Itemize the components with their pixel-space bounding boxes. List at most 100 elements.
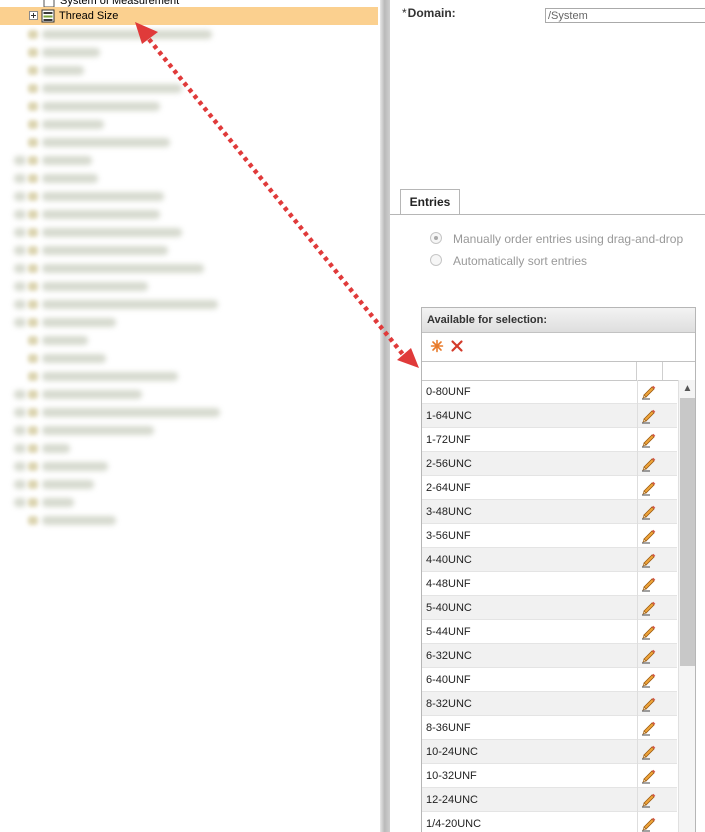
list-item[interactable]: 4-40UNC (422, 548, 677, 572)
domain-label: *Domain: (402, 6, 456, 20)
pencil-icon[interactable] (641, 432, 657, 448)
required-marker: * (402, 6, 407, 20)
enumeration-icon (41, 9, 55, 23)
manual-order-label: Manually order entries using drag-and-dr… (453, 232, 684, 246)
splitter[interactable] (380, 0, 390, 832)
vertical-scrollbar[interactable]: ▲ (678, 380, 695, 832)
expand-icon[interactable] (29, 11, 38, 20)
list-item[interactable]: 10-24UNC (422, 740, 677, 764)
pencil-icon[interactable] (641, 456, 657, 472)
column-divider (637, 716, 638, 740)
pencil-icon[interactable] (641, 552, 657, 568)
column-divider (637, 668, 638, 692)
auto-sort-label: Automatically sort entries (453, 254, 588, 268)
list-item[interactable]: 6-40UNF (422, 668, 677, 692)
entry-label: 6-32UNC (426, 650, 472, 662)
entry-label: 5-44UNF (426, 626, 471, 638)
list-item[interactable]: 2-64UNF (422, 476, 677, 500)
entry-label: 3-48UNC (426, 506, 472, 518)
column-header-row (422, 362, 695, 381)
column-divider (637, 476, 638, 500)
domain-field[interactable] (545, 8, 705, 23)
list-item[interactable]: 6-32UNC (422, 644, 677, 668)
entry-label: 10-24UNC (426, 746, 478, 758)
available-entries-list: Available for selection: 0-80UNF 1-64UNC… (421, 307, 696, 832)
pencil-icon[interactable] (641, 504, 657, 520)
entry-label: 3-56UNF (426, 530, 471, 542)
column-divider (637, 452, 638, 476)
tree-panel: System of Measurement Thread Size (0, 0, 380, 832)
scroll-thumb[interactable] (680, 398, 695, 666)
tree-item-thread-size[interactable]: Thread Size (0, 7, 378, 25)
pencil-icon[interactable] (641, 720, 657, 736)
pencil-icon[interactable] (641, 744, 657, 760)
pencil-icon[interactable] (641, 768, 657, 784)
entry-label: 8-36UNF (426, 722, 471, 734)
tree-item-label: Thread Size (59, 10, 119, 22)
column-divider (637, 380, 638, 404)
entry-label: 0-80UNF (426, 386, 471, 398)
list-item[interactable]: 0-80UNF (422, 380, 677, 404)
list-item[interactable]: 5-44UNF (422, 620, 677, 644)
list-item[interactable]: 12-24UNC (422, 788, 677, 812)
column-divider (637, 692, 638, 716)
pencil-icon[interactable] (641, 576, 657, 592)
tab-strip: Entries (390, 188, 705, 215)
entry-label: 6-40UNF (426, 674, 471, 686)
column-divider (637, 524, 638, 548)
radio-button[interactable] (430, 232, 442, 244)
column-divider (637, 620, 638, 644)
list-item[interactable]: 3-56UNF (422, 524, 677, 548)
list-item[interactable]: 10-32UNF (422, 764, 677, 788)
list-item[interactable]: 2-56UNC (422, 452, 677, 476)
entry-label: 10-32UNF (426, 770, 477, 782)
list-item[interactable]: 1/4-20UNC (422, 812, 677, 832)
column-divider (637, 812, 638, 832)
entry-label: 12-24UNC (426, 794, 478, 806)
domain-label-text: Domain: (407, 6, 456, 20)
column-divider (637, 644, 638, 668)
entry-label: 2-56UNC (426, 458, 472, 470)
tab-entries[interactable]: Entries (400, 189, 460, 214)
pencil-icon[interactable] (641, 528, 657, 544)
column-divider (637, 788, 638, 812)
column-divider (637, 428, 638, 452)
entry-label: 1-64UNC (426, 410, 472, 422)
entry-label: 4-48UNF (426, 578, 471, 590)
pencil-icon[interactable] (641, 696, 657, 712)
pencil-icon[interactable] (641, 384, 657, 400)
entries-rows: 0-80UNF 1-64UNC 1-72UNF 2-56UNC 2-64UNF 3-48U… (422, 380, 677, 832)
red-x-icon[interactable] (450, 339, 464, 353)
list-header: Available for selection: (422, 308, 695, 333)
list-item[interactable]: 3-48UNC (422, 500, 677, 524)
entry-label: 8-32UNC (426, 698, 472, 710)
column-divider (637, 596, 638, 620)
list-toolbar (422, 333, 695, 362)
pencil-icon[interactable] (641, 600, 657, 616)
pencil-icon[interactable] (641, 624, 657, 640)
pencil-icon[interactable] (641, 816, 657, 832)
column-divider (637, 764, 638, 788)
column-divider (637, 500, 638, 524)
list-item[interactable]: 1-72UNF (422, 428, 677, 452)
list-item[interactable]: 8-36UNF (422, 716, 677, 740)
entry-label: 1/4-20UNC (426, 818, 482, 830)
scroll-up-arrow-icon[interactable]: ▲ (679, 380, 695, 397)
asterisk-icon[interactable] (430, 339, 444, 353)
list-item[interactable]: 8-32UNC (422, 692, 677, 716)
list-item[interactable]: 4-48UNF (422, 572, 677, 596)
pencil-icon[interactable] (641, 480, 657, 496)
pencil-icon[interactable] (641, 672, 657, 688)
list-item[interactable]: 5-40UNC (422, 596, 677, 620)
entry-label: 2-64UNF (426, 482, 471, 494)
column-divider (637, 572, 638, 596)
pencil-icon[interactable] (641, 408, 657, 424)
entry-label: 5-40UNC (426, 602, 472, 614)
detail-panel: *Domain: Entries Manually order entries … (390, 0, 705, 832)
column-divider (637, 404, 638, 428)
radio-button[interactable] (430, 254, 442, 266)
pencil-icon[interactable] (641, 792, 657, 808)
entry-label: 1-72UNF (426, 434, 471, 446)
pencil-icon[interactable] (641, 648, 657, 664)
list-item[interactable]: 1-64UNC (422, 404, 677, 428)
